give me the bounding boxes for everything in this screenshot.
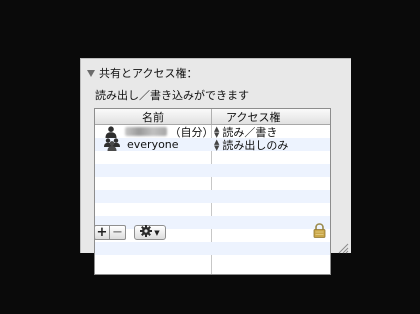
column-header-access[interactable]: アクセス権 [212, 109, 330, 124]
privilege-popup[interactable]: ▲ ▼ 読み出しのみ [211, 137, 330, 152]
table-header: 名前 アクセス権 [95, 109, 330, 125]
single-user-icon [104, 125, 118, 138]
table-row[interactable]: everyone ▲ ▼ 読み出しのみ [95, 137, 330, 152]
resize-grip-icon[interactable] [337, 239, 349, 258]
gear-icon [140, 225, 153, 240]
table-toolbar: + − ▼ [94, 225, 166, 240]
chevron-down-icon: ▼ [154, 228, 160, 237]
table-row[interactable]: （自分） ▲ ▼ 読み／書き [95, 124, 330, 139]
user-cell: everyone [95, 138, 211, 151]
empty-row [95, 151, 330, 164]
empty-row [95, 203, 330, 216]
lock-icon[interactable] [313, 223, 326, 242]
remove-user-button[interactable]: − [110, 225, 126, 240]
popup-arrows-icon: ▲ ▼ [214, 137, 220, 152]
disclosure-triangle-icon[interactable] [87, 69, 95, 77]
action-menu-button[interactable]: ▼ [134, 225, 166, 240]
popup-arrows-icon: ▲ ▼ [214, 124, 220, 139]
redacted-username [125, 127, 168, 136]
column-header-name[interactable]: 名前 [95, 109, 212, 124]
sharing-permissions-panel: 共有とアクセス権： 読み出し／書き込みができます 名前 アクセス権 （自分） ▲… [80, 58, 351, 275]
empty-row [95, 190, 330, 203]
permissions-table[interactable]: 名前 アクセス権 （自分） ▲ ▼ 読み／書き everyone ▲ ▼ 読み出… [94, 108, 331, 275]
section-title: 共有とアクセス権： [99, 67, 198, 80]
empty-row [95, 164, 330, 177]
empty-row [95, 177, 330, 190]
user-cell: （自分） [95, 125, 213, 139]
add-user-button[interactable]: + [94, 225, 110, 240]
permission-status: 読み出し／書き込みができます [95, 89, 249, 102]
sharing-section-header[interactable]: 共有とアクセス権： [87, 66, 197, 80]
group-users-icon [104, 138, 120, 151]
user-name: everyone [127, 138, 179, 151]
empty-row [95, 242, 330, 255]
